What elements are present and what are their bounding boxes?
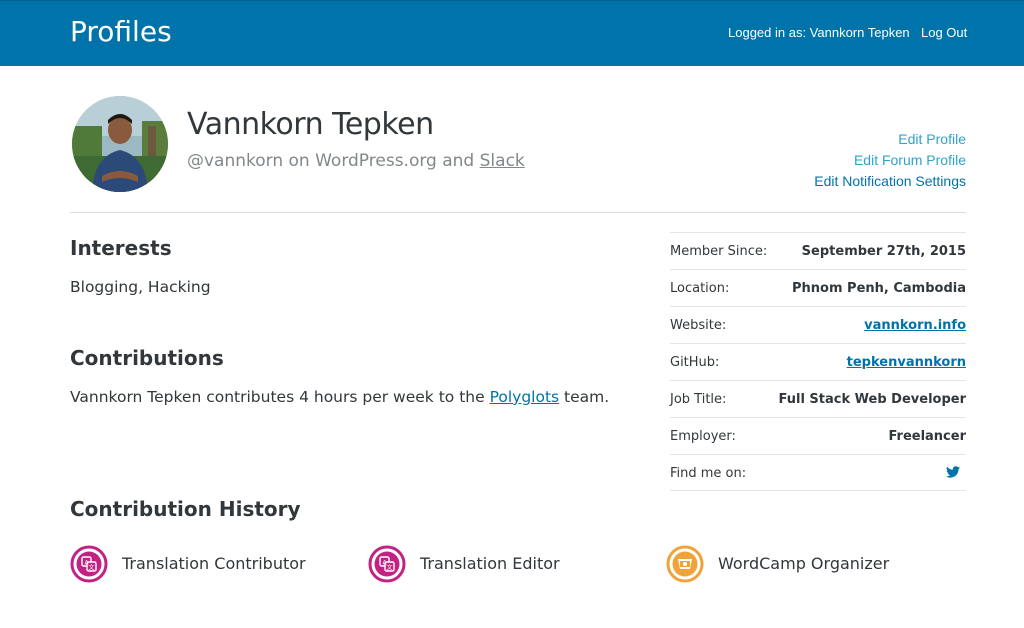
profile-name: Vannkorn Tepken [187, 107, 434, 142]
avatar-photo [72, 96, 168, 192]
contributions-text-before: Vannkorn Tepken contributes 4 hours per … [70, 388, 490, 406]
interests-text: Blogging, Hacking [70, 278, 211, 296]
profile-handle: @vannkorn on WordPress.org and Slack [187, 151, 525, 171]
meta-label: Find me on: [670, 466, 747, 481]
meta-row-github: GitHub: tepkenvannkorn [670, 343, 966, 380]
meta-label: GitHub: [670, 355, 720, 370]
edit-forum-profile-link[interactable]: Edit Forum Profile [814, 150, 966, 171]
contribution-history-heading: Contribution History [70, 497, 301, 521]
meta-value: Full Stack Web Developer [778, 392, 967, 407]
meta-row-member-since: Member Since: September 27th, 2015 [670, 232, 966, 269]
slack-link[interactable]: Slack [480, 151, 525, 171]
badge-label: Translation Editor [420, 554, 560, 573]
wordcamp-icon [666, 545, 704, 583]
meta-value: vannkorn.info [864, 318, 966, 333]
contributions-text: Vannkorn Tepken contributes 4 hours per … [70, 388, 609, 406]
meta-label: Employer: [670, 429, 736, 444]
svg-text:文: 文 [88, 564, 94, 572]
meta-value: tepkenvannkorn [847, 355, 966, 370]
github-link[interactable]: tepkenvannkorn [847, 355, 966, 370]
meta-label: Member Since: [670, 244, 768, 259]
meta-row-employer: Employer: Freelancer [670, 417, 966, 454]
profile-meta-table: Member Since: September 27th, 2015 Locat… [670, 232, 966, 491]
meta-row-find-me-on: Find me on: [670, 454, 966, 491]
meta-value: Phnom Penh, Cambodia [792, 281, 966, 296]
meta-label: Location: [670, 281, 730, 296]
edit-notification-settings-link[interactable]: Edit Notification Settings [814, 171, 966, 192]
edit-profile-link[interactable]: Edit Profile [814, 129, 966, 150]
meta-row-website: Website: vannkorn.info [670, 306, 966, 343]
meta-row-job-title: Job Title: Full Stack Web Developer [670, 380, 966, 417]
polyglots-team-link[interactable]: Polyglots [490, 388, 560, 406]
logged-in-text: Logged in as: Vannkorn Tepken [728, 25, 910, 40]
interests-heading: Interests [70, 236, 172, 260]
contributions-text-after: team. [559, 388, 610, 406]
handle-text: @vannkorn on WordPress.org and [187, 151, 480, 171]
top-header-bar: Profiles Logged in as: Vannkorn Tepken L… [0, 0, 1024, 66]
website-link[interactable]: vannkorn.info [864, 318, 966, 333]
site-title-link[interactable]: Profiles [70, 15, 172, 48]
translation-icon: A 文 [70, 545, 108, 583]
meta-value: Freelancer [888, 429, 966, 444]
meta-value: September 27th, 2015 [801, 244, 966, 259]
edit-links: Edit Profile Edit Forum Profile Edit Not… [814, 129, 966, 192]
badge-label: Translation Contributor [122, 554, 306, 573]
twitter-icon[interactable] [946, 463, 960, 482]
meta-row-location: Location: Phnom Penh, Cambodia [670, 269, 966, 306]
badge-label: WordCamp Organizer [718, 554, 890, 573]
profile-avatar [72, 96, 168, 192]
meta-label: Job Title: [670, 392, 727, 407]
header-divider [70, 212, 966, 213]
translation-icon: A 文 [368, 545, 406, 583]
contributions-heading: Contributions [70, 346, 224, 370]
logout-link[interactable]: Log Out [921, 25, 967, 40]
meta-label: Website: [670, 318, 727, 333]
svg-text:文: 文 [386, 564, 392, 572]
